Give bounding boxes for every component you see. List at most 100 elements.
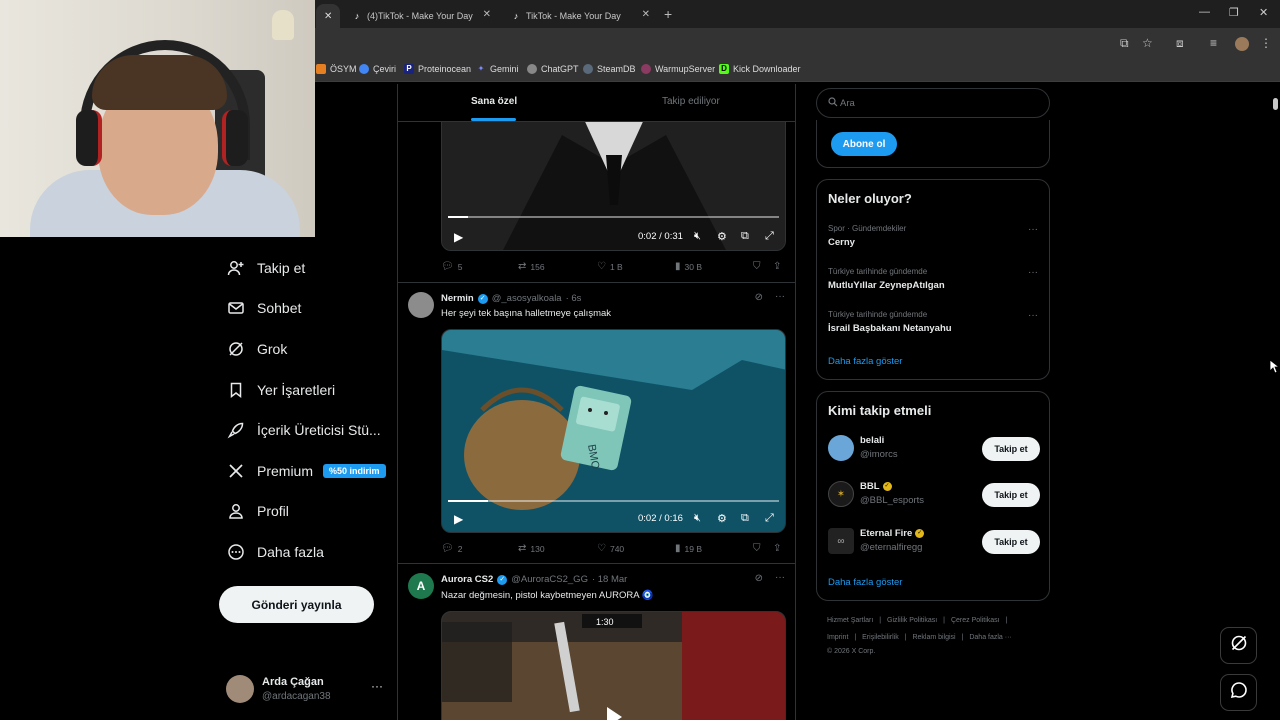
video-progress-bar[interactable]: [448, 216, 779, 218]
tweet-author-name[interactable]: Nermin: [441, 293, 474, 304]
more-dots-icon[interactable]: ···: [371, 679, 383, 693]
reply-button[interactable]: 💬︎ 2: [441, 543, 462, 554]
post-button[interactable]: Gönderi yayınla: [219, 586, 374, 623]
trend-item[interactable]: Türkiye tarihinde gündemde MutluYıllar Z…: [828, 267, 1040, 291]
tweet-author-name[interactable]: Aurora CS2: [441, 574, 493, 585]
follow-suggestion[interactable]: belali @imorcs Takip et: [828, 435, 1040, 467]
more-dots-icon[interactable]: ···: [1028, 224, 1038, 235]
footer-link[interactable]: Imprint: [827, 634, 848, 641]
bookmark-osym[interactable]: ÖSYM: [316, 64, 357, 74]
bookmark-proteinocean[interactable]: P Proteinocean: [404, 64, 471, 74]
grok-icon[interactable]: ⊘: [755, 573, 763, 584]
tweet-author-handle[interactable]: @_asosyalkoala: [492, 293, 562, 304]
views-button[interactable]: ▮ 30 B: [675, 261, 702, 272]
bookmark-gemini[interactable]: ✦ Gemini: [476, 64, 519, 74]
nav-item-icerik-ureticisi[interactable]: İçerik Üreticisi Stü...: [227, 418, 381, 442]
show-more-suggestions-link[interactable]: Daha fazla göster: [828, 577, 902, 588]
account-switcher[interactable]: Arda Çağan @ardacagan38 ···: [226, 673, 386, 705]
bookmark-warmupserver[interactable]: WarmupServer: [641, 64, 715, 74]
menu-dots-icon[interactable]: ⋮: [1260, 36, 1272, 50]
play-icon[interactable]: ▶: [454, 230, 463, 244]
tab-sana-ozel[interactable]: Sana özel: [471, 96, 517, 107]
show-more-trends-link[interactable]: Daha fazla göster: [828, 356, 902, 367]
repost-button[interactable]: ⇄ 130: [518, 543, 545, 554]
more-dots-icon[interactable]: ···: [1028, 310, 1038, 321]
trend-item[interactable]: Spor · Gündemdekiler Cerny ···: [828, 224, 1040, 248]
bookmark-button[interactable]: ⛉: [753, 261, 765, 272]
browser-profile-avatar[interactable]: [1235, 37, 1249, 51]
browser-tab-tiktok-1[interactable]: ♪ (4)TikTok - Make Your Day ✕: [344, 4, 499, 28]
nav-item-yer-isaretleri[interactable]: Yer İşaretleri: [227, 378, 335, 402]
follow-button[interactable]: Takip et: [982, 483, 1040, 507]
mute-icon[interactable]: 🔇︎: [694, 512, 701, 525]
search-box[interactable]: Ara: [816, 88, 1050, 118]
settings-icon[interactable]: ⚙: [717, 512, 727, 525]
tab-takip-ediliyor[interactable]: Takip ediliyor: [662, 96, 720, 107]
tab-close-icon[interactable]: ✕: [324, 11, 332, 22]
bookmark-steamdb[interactable]: SteamDB: [583, 64, 636, 74]
maximize-button[interactable]: ❐: [1229, 6, 1239, 19]
avatar[interactable]: ✶: [828, 481, 854, 507]
footer-link[interactable]: Hizmet Şartları: [827, 617, 873, 624]
nav-item-grok[interactable]: Grok: [227, 337, 287, 361]
tweet-author-handle[interactable]: @AuroraCS2_GG: [511, 574, 588, 585]
tweet-video[interactable]: 1:30: [441, 611, 786, 720]
bookmark-kick-downloader[interactable]: D Kick Downloader: [719, 64, 801, 74]
repost-button[interactable]: ⇄ 156: [518, 261, 545, 272]
cast-icon[interactable]: ⧉: [1120, 36, 1129, 51]
pip-icon[interactable]: ⧉: [741, 230, 749, 243]
follow-suggestion[interactable]: ∞ Eternal Fire ✓ @eternalfiregg Takip et: [828, 528, 1040, 560]
nav-item-takip-et[interactable]: Takip et: [227, 256, 305, 280]
nav-item-premium[interactable]: Premium %50 indirim: [227, 459, 386, 483]
media-control-icon[interactable]: ≡: [1210, 36, 1217, 50]
close-window-button[interactable]: ✕: [1259, 6, 1268, 19]
search-input[interactable]: Ara: [840, 98, 855, 109]
follow-button[interactable]: Takip et: [982, 437, 1040, 461]
fullscreen-icon[interactable]: ⤢: [765, 512, 774, 525]
bookmark-button[interactable]: ⛉: [753, 543, 765, 554]
follow-button[interactable]: Takip et: [982, 530, 1040, 554]
tweet-video[interactable]: BMO ▶ 0:02 / 0:16 🔇︎ ⚙ ⧉ ⤢: [441, 329, 786, 533]
reply-button[interactable]: 💬︎ 5: [441, 261, 462, 272]
avatar[interactable]: ∞: [828, 528, 854, 554]
subscribe-button[interactable]: Abone ol: [831, 132, 897, 156]
footer-more-link[interactable]: Daha fazla ···: [969, 634, 1011, 641]
share-button[interactable]: ⇪: [773, 543, 785, 554]
tweet-time[interactable]: · 18 Mar: [592, 574, 627, 585]
messages-float-button[interactable]: [1220, 674, 1257, 711]
trend-item[interactable]: Türkiye tarihinde gündemde İsrail Başbak…: [828, 310, 1040, 334]
more-dots-icon[interactable]: ···: [775, 572, 785, 583]
more-dots-icon[interactable]: ···: [775, 291, 785, 302]
settings-icon[interactable]: ⚙: [717, 230, 727, 243]
play-icon[interactable]: ▶: [454, 512, 463, 526]
tweet[interactable]: Nermin ✓ @_asosyalkoala · 6s ⊘ ··· Her ş…: [398, 283, 795, 564]
footer-link[interactable]: Çerez Politikası: [951, 617, 1000, 624]
grok-float-button[interactable]: [1220, 627, 1257, 664]
grok-icon[interactable]: ⊘: [755, 292, 763, 303]
star-icon[interactable]: ☆: [1142, 36, 1153, 50]
like-button[interactable]: ♡ 740: [597, 543, 624, 554]
extensions-icon[interactable]: ⧈: [1176, 36, 1184, 51]
fullscreen-icon[interactable]: ⤢: [765, 230, 774, 243]
nav-item-daha-fazla[interactable]: Daha fazla: [227, 540, 324, 564]
more-dots-icon[interactable]: ···: [1028, 267, 1038, 278]
avatar[interactable]: [408, 292, 434, 318]
follow-suggestion[interactable]: ✶ BBL ✓ @BBL_esports Takip et: [828, 481, 1040, 513]
browser-tab-tiktok-2[interactable]: ♪ TikTok - Make Your Day ✕: [503, 4, 658, 28]
footer-link[interactable]: Gizlilik Politikası: [887, 617, 937, 624]
share-button[interactable]: ⇪: [773, 261, 785, 272]
nav-item-profil[interactable]: Profil: [227, 499, 289, 523]
nav-item-sohbet[interactable]: Sohbet: [227, 296, 301, 320]
minimize-button[interactable]: —: [1199, 6, 1210, 18]
mute-icon[interactable]: 🔇︎: [694, 230, 701, 243]
bookmark-chatgpt[interactable]: ChatGPT: [527, 64, 579, 74]
views-button[interactable]: ▮ 19 B: [675, 543, 702, 554]
scrollbar-thumb[interactable]: [1273, 98, 1278, 110]
tab-close-icon[interactable]: ✕: [483, 9, 491, 20]
avatar[interactable]: [828, 435, 854, 461]
like-button[interactable]: ♡ 1 B: [597, 261, 623, 272]
page-scrollbar[interactable]: [1271, 84, 1280, 720]
browser-tab-partial[interactable]: ✕: [316, 4, 340, 28]
new-tab-button[interactable]: +: [664, 6, 672, 22]
bookmark-ceviri[interactable]: Çeviri: [359, 64, 396, 74]
